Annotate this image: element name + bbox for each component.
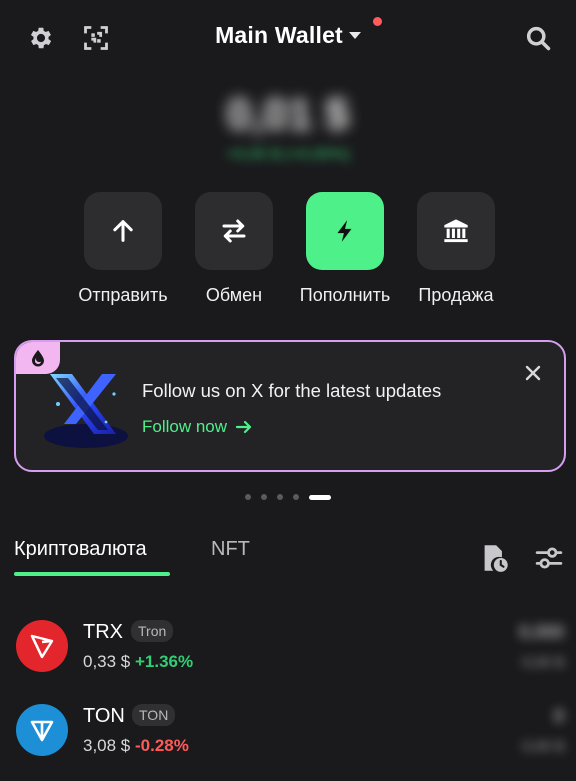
sell-button[interactable] — [417, 192, 495, 270]
coin-amount: 0 — [553, 706, 564, 726]
coin-price-line: 0,33 $ +1.36% — [83, 652, 193, 672]
filter-button[interactable] — [534, 543, 564, 573]
x-logo-icon — [44, 374, 128, 448]
bank-icon — [444, 219, 468, 243]
search-button[interactable] — [522, 22, 554, 54]
coin-symbol: TON — [83, 705, 125, 727]
history-button[interactable] — [480, 543, 510, 573]
pager-dot[interactable] — [261, 494, 267, 500]
balance-amount: 0,01 $ — [226, 90, 350, 139]
close-icon — [525, 365, 541, 381]
balance-change: +0,00 $ (+0,00%) — [226, 146, 350, 163]
arrow-up-icon — [113, 220, 133, 242]
history-icon — [484, 545, 508, 572]
notification-dot — [373, 17, 382, 26]
wallet-title: Main Wallet — [215, 22, 343, 48]
pager-dot-active[interactable] — [309, 494, 331, 500]
trx-logo-icon — [16, 620, 68, 672]
swap-button[interactable] — [195, 192, 273, 270]
pager-dot[interactable] — [245, 494, 251, 500]
coin-row-ton[interactable]: TON TON 3,08 $ -0.28% 0 0,00 $ — [0, 696, 576, 766]
swap-icon — [222, 219, 246, 243]
network-badge: TON — [132, 704, 176, 726]
banner-pager — [0, 494, 576, 500]
network-badge: Tron — [131, 620, 174, 642]
follow-now-label: Follow now — [142, 417, 228, 436]
coin-price-line: 3,08 $ -0.28% — [83, 736, 189, 756]
banner-title: Follow us on X for the latest updates — [142, 380, 442, 401]
deposit-button[interactable] — [306, 192, 384, 270]
filter-icon — [535, 547, 563, 569]
coin-value: 0,00 $ — [522, 654, 564, 671]
coin-value: 0,00 $ — [522, 738, 564, 755]
send-button[interactable] — [84, 192, 162, 270]
coin-change: +1.36% — [135, 652, 194, 671]
coin-amount: 0,000 — [518, 622, 564, 642]
ton-logo-icon — [16, 704, 68, 756]
coin-price: 0,33 $ — [83, 652, 131, 671]
tab-crypto[interactable]: Криптовалюта — [14, 538, 147, 561]
search-icon — [526, 26, 551, 51]
pager-dot[interactable] — [277, 494, 283, 500]
pager-dot[interactable] — [293, 494, 299, 500]
coin-row-trx[interactable]: TRX Tron 0,33 $ +1.36% 0,000 0,00 $ — [0, 612, 576, 682]
caret-down-icon — [348, 32, 361, 39]
coin-change: -0.28% — [135, 736, 189, 755]
promo-banner[interactable]: Follow us on X for the latest updates Fo… — [14, 340, 566, 472]
banner-image — [36, 364, 132, 454]
sell-label: Продажа — [418, 285, 494, 305]
wallet-selector[interactable]: Main Wallet — [0, 22, 576, 49]
lightning-icon — [337, 220, 352, 242]
tab-underline — [14, 572, 170, 576]
follow-now-link[interactable]: Follow now — [142, 417, 253, 437]
arrow-right-icon — [235, 420, 252, 434]
coin-price: 3,08 $ — [83, 736, 131, 755]
coin-symbol: TRX — [83, 621, 123, 643]
banner-close-button[interactable] — [522, 362, 544, 384]
tab-nft[interactable]: NFT — [211, 538, 250, 561]
